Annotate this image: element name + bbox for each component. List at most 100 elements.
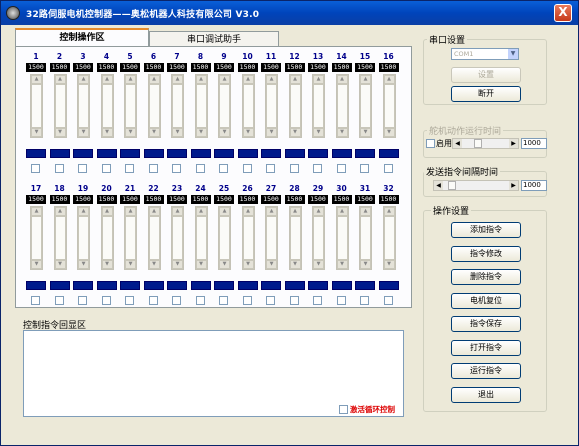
op-button[interactable]: 指令修改 [451,245,521,262]
arrow-down-icon[interactable]: ▼ [101,260,113,269]
send-interval-slider[interactable]: ◀ ▶ [433,180,519,191]
com-port-select[interactable]: COM1 ▼ [451,48,519,60]
slider-thumb[interactable] [125,216,136,260]
servo-slider[interactable]: ▲ ▼ [335,206,349,270]
arrow-up-icon[interactable]: ▲ [313,207,324,216]
arrow-up-icon[interactable]: ▲ [336,207,348,216]
servo-slider[interactable]: ▲ ▼ [288,206,302,270]
arrow-down-icon[interactable]: ▼ [148,260,160,269]
arrow-down-icon[interactable]: ▼ [125,260,136,269]
servo-checkbox[interactable] [289,164,299,173]
title-bar[interactable]: 32路伺服电机控制器——奥松机器人科技有限公司 V3.0 X [1,1,578,25]
set-button[interactable]: 设置 [451,67,521,83]
arrow-up-icon[interactable]: ▲ [195,207,207,216]
arrow-down-icon[interactable]: ▼ [289,260,301,269]
arrow-up-icon[interactable]: ▲ [54,207,66,216]
servo-slider[interactable]: ▲ ▼ [147,74,161,138]
slider-thumb[interactable] [266,84,277,128]
slider-thumb[interactable] [172,84,183,128]
servo-slider[interactable]: ▲ ▼ [241,74,255,138]
servo-timing-value[interactable]: 1000 [521,138,547,149]
servo-slider[interactable]: ▲ ▼ [265,74,278,138]
servo-checkbox[interactable] [383,164,393,173]
servo-checkbox[interactable] [78,296,87,305]
servo-slider[interactable]: ▲ ▼ [218,74,231,138]
servo-checkbox[interactable] [313,296,322,305]
servo-checkbox[interactable] [148,164,158,173]
arrow-down-icon[interactable]: ▼ [78,260,89,269]
op-button[interactable]: 指令保存 [451,316,521,332]
servo-checkbox[interactable] [195,164,205,173]
arrow-up-icon[interactable]: ▲ [242,75,254,84]
servo-checkbox[interactable] [266,296,275,305]
slider-thumb[interactable] [219,216,230,260]
slider-thumb[interactable] [148,216,160,260]
arrow-up-icon[interactable]: ▲ [54,75,66,84]
arrow-up-icon[interactable]: ▲ [383,75,395,84]
arrow-up-icon[interactable]: ▲ [360,207,371,216]
servo-slider[interactable]: ▲ ▼ [241,206,255,270]
enable-checkbox[interactable] [426,139,435,148]
arrow-down-icon[interactable]: ▼ [313,260,324,269]
servo-slider[interactable]: ▲ ▼ [335,74,349,138]
arrow-up-icon[interactable]: ▲ [313,75,324,84]
arrow-up-icon[interactable]: ▲ [219,207,230,216]
servo-slider[interactable]: ▲ ▼ [312,206,325,270]
servo-checkbox[interactable] [125,164,134,173]
arrow-down-icon[interactable]: ▼ [148,128,160,137]
arrow-down-icon[interactable]: ▼ [54,260,66,269]
arrow-down-icon[interactable]: ▼ [360,260,371,269]
arrow-down-icon[interactable]: ▼ [336,128,348,137]
arrow-down-icon[interactable]: ▼ [172,128,183,137]
servo-checkbox[interactable] [219,296,228,305]
slider-thumb[interactable] [383,216,395,260]
arrow-up-icon[interactable]: ▲ [125,75,136,84]
servo-slider[interactable]: ▲ ▼ [171,74,184,138]
slider-thumb[interactable] [242,216,254,260]
arrow-down-icon[interactable]: ▼ [360,128,371,137]
slider-thumb[interactable] [474,139,483,148]
arrow-up-icon[interactable]: ▲ [172,207,183,216]
op-button[interactable]: 添加指令 [451,222,521,238]
arrow-down-icon[interactable]: ▼ [266,260,277,269]
servo-checkbox[interactable] [289,296,299,305]
arrow-down-icon[interactable]: ▼ [195,128,207,137]
slider-thumb[interactable] [195,84,207,128]
servo-slider[interactable]: ▲ ▼ [53,74,67,138]
slider-thumb[interactable] [360,84,371,128]
servo-checkbox[interactable] [31,296,40,305]
servo-checkbox[interactable] [172,164,181,173]
servo-slider[interactable]: ▲ ▼ [77,74,90,138]
arrow-up-icon[interactable]: ▲ [266,75,277,84]
slider-thumb[interactable] [266,216,277,260]
slider-thumb[interactable] [336,84,348,128]
arrow-up-icon[interactable]: ▲ [289,207,301,216]
servo-checkbox[interactable] [172,296,181,305]
servo-checkbox[interactable] [54,296,64,305]
arrow-down-icon[interactable]: ▼ [54,128,66,137]
servo-checkbox[interactable] [360,164,369,173]
servo-slider[interactable]: ▲ ▼ [100,74,114,138]
arrow-up-icon[interactable]: ▲ [195,75,207,84]
tab-control[interactable]: 控制操作区 [15,28,149,47]
servo-checkbox[interactable] [78,164,87,173]
arrow-down-icon[interactable]: ▼ [289,128,301,137]
servo-checkbox[interactable] [360,296,369,305]
arrow-left-icon[interactable]: ◀ [434,181,443,190]
slider-thumb[interactable] [54,216,66,260]
arrow-down-icon[interactable]: ▼ [219,128,230,137]
arrow-down-icon[interactable]: ▼ [31,128,42,137]
arrow-up-icon[interactable]: ▲ [125,207,136,216]
servo-checkbox[interactable] [242,296,252,305]
slider-thumb[interactable] [195,216,207,260]
arrow-down-icon[interactable]: ▼ [195,260,207,269]
slider-thumb[interactable] [289,216,301,260]
close-button[interactable]: X [554,4,572,22]
arrow-down-icon[interactable]: ▼ [31,260,42,269]
op-button[interactable]: 删除指令 [451,269,521,285]
arrow-up-icon[interactable]: ▲ [78,207,89,216]
servo-slider[interactable]: ▲ ▼ [265,206,278,270]
arrow-down-icon[interactable]: ▼ [101,128,113,137]
arrow-up-icon[interactable]: ▲ [219,75,230,84]
op-button[interactable]: 电机复位 [451,292,521,309]
